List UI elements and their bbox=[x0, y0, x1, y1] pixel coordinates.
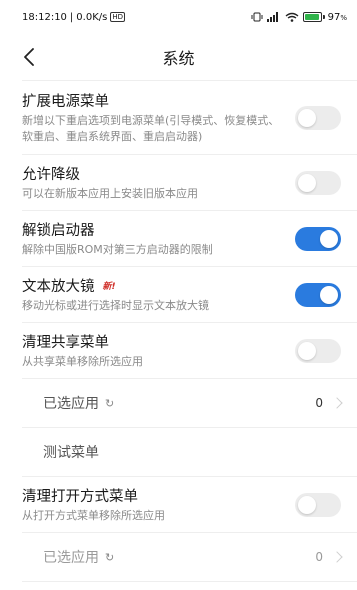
test-menu-label: 测试菜单 bbox=[43, 445, 99, 461]
setting-extended-power-menu[interactable]: 扩展电源菜单 新增以下重启选项到电源菜单(引导模式、恢复模式、软重启、重启系统界… bbox=[0, 81, 357, 154]
refresh-icon: ↻ bbox=[105, 396, 115, 410]
setting-title: 文本放大镜 bbox=[22, 279, 95, 295]
setting-title: 扩展电源菜单 bbox=[22, 94, 109, 110]
setting-title: 清理打开方式菜单 bbox=[22, 489, 138, 505]
setting-allow-downgrade[interactable]: 允许降级 可以在新版本应用上安装旧版本应用 bbox=[0, 155, 357, 210]
share-selected-apps-row[interactable]: 已选应用 ↻ 0 bbox=[0, 379, 357, 427]
text-magnifier-toggle[interactable] bbox=[295, 282, 341, 307]
setting-title: 清理共享菜单 bbox=[22, 335, 109, 351]
setting-description: 新增以下重启选项到电源菜单(引导模式、恢复模式、软重启、重启系统界面、重启启动器… bbox=[22, 114, 280, 143]
setting-text-magnifier[interactable]: 文本放大镜 新! 移动光标或进行选择时显示文本放大镜 bbox=[0, 267, 357, 322]
chevron-right-icon bbox=[331, 551, 343, 563]
separator: | bbox=[69, 11, 74, 23]
setting-description: 可以在新版本应用上安装旧版本应用 bbox=[22, 187, 198, 200]
app-header: 系统 bbox=[0, 34, 357, 80]
setting-unlock-launcher[interactable]: 解锁启动器 解除中国版ROM对第三方启动器的限制 bbox=[0, 211, 357, 266]
setting-description: 移动光标或进行选择时显示文本放大镜 bbox=[22, 299, 209, 312]
setting-title: 解锁启动器 bbox=[22, 223, 95, 239]
network-speed: 0.0K/s bbox=[76, 11, 108, 23]
chevron-right-icon bbox=[331, 397, 343, 409]
setting-title: 允许降级 bbox=[22, 167, 80, 183]
settings-list: 扩展电源菜单 新增以下重启选项到电源菜单(引导模式、恢复模式、软重启、重启系统界… bbox=[0, 80, 357, 582]
battery-level bbox=[304, 14, 320, 20]
back-arrow-icon bbox=[24, 48, 34, 66]
clean-share-menu-toggle[interactable] bbox=[295, 338, 341, 363]
clock: 18:12:10 bbox=[22, 11, 67, 23]
open-selected-apps-row[interactable]: 已选应用 ↻ 0 bbox=[0, 533, 357, 581]
signal-icon bbox=[266, 12, 278, 22]
back-button[interactable] bbox=[14, 42, 44, 72]
setting-clean-open-with-menu[interactable]: 清理打开方式菜单 从打开方式菜单移除所选应用 bbox=[0, 477, 357, 532]
refresh-icon: ↻ bbox=[105, 550, 115, 564]
page-title: 系统 bbox=[162, 49, 195, 68]
clean-open-with-menu-toggle[interactable] bbox=[295, 492, 341, 517]
allow-downgrade-toggle[interactable] bbox=[295, 170, 341, 195]
selected-apps-label: 已选应用 bbox=[43, 396, 99, 412]
hd-icon: HD bbox=[110, 12, 125, 22]
setting-description: 从打开方式菜单移除所选应用 bbox=[22, 509, 165, 522]
divider bbox=[22, 581, 357, 582]
setting-description: 解除中国版ROM对第三方启动器的限制 bbox=[22, 243, 213, 256]
battery-icon: 97% bbox=[302, 11, 347, 23]
battery-percent: 97% bbox=[327, 11, 347, 23]
selected-apps-label: 已选应用 bbox=[43, 550, 99, 566]
setting-description: 从共享菜单移除所选应用 bbox=[22, 355, 143, 368]
selected-apps-count: 0 bbox=[315, 396, 323, 410]
setting-clean-share-menu[interactable]: 清理共享菜单 从共享菜单移除所选应用 bbox=[0, 323, 357, 378]
wifi-icon bbox=[285, 12, 299, 22]
unlock-launcher-toggle[interactable] bbox=[295, 226, 341, 251]
new-badge: 新! bbox=[102, 282, 116, 292]
vibrate-icon bbox=[251, 12, 263, 22]
selected-apps-count: 0 bbox=[315, 550, 323, 564]
status-bar: 18:12:10 | 0.0K/s HD 97% bbox=[0, 0, 357, 34]
test-menu-row[interactable]: 测试菜单 bbox=[0, 428, 357, 476]
extended-power-menu-toggle[interactable] bbox=[295, 105, 341, 130]
